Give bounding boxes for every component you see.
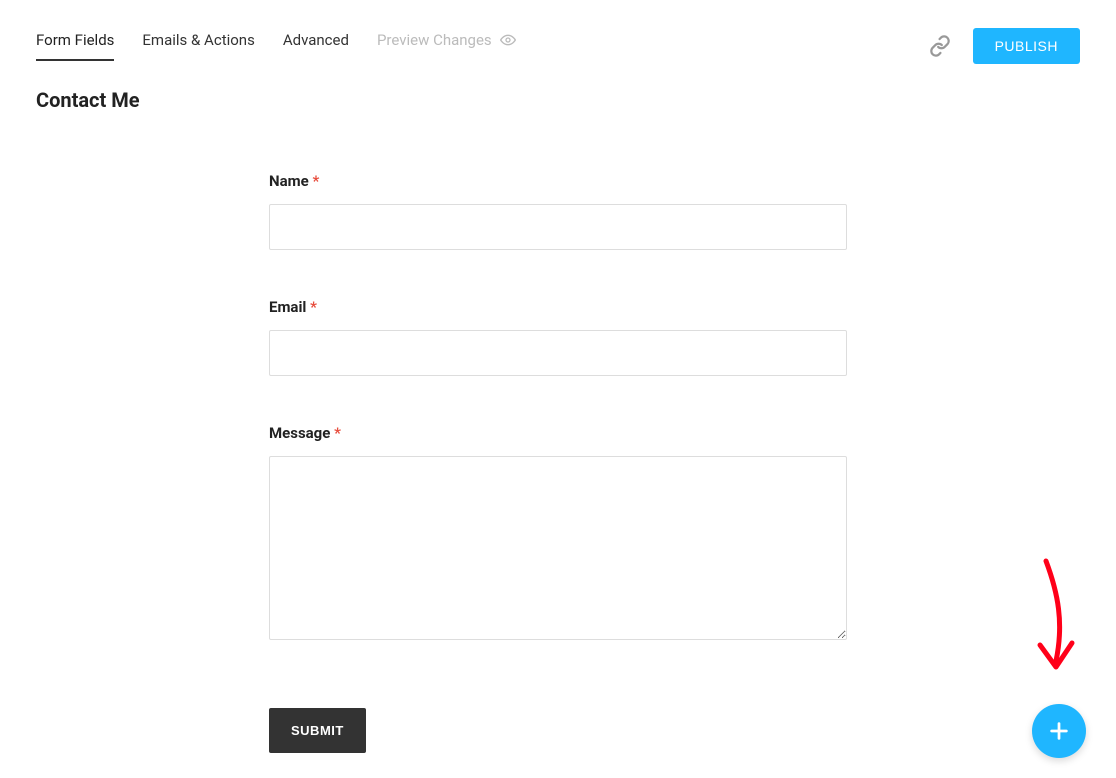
tab-preview-changes: Preview Changes — [377, 31, 516, 62]
field-email: Email * — [269, 298, 847, 376]
tab-form-fields[interactable]: Form Fields — [36, 31, 114, 61]
publish-button[interactable]: PUBLISH — [973, 28, 1080, 64]
plus-icon — [1048, 720, 1070, 742]
email-label-text: Email — [269, 298, 306, 316]
right-actions: PUBLISH — [929, 28, 1080, 64]
page-title: Contact Me — [0, 64, 1116, 112]
preview-changes-label: Preview Changes — [377, 31, 492, 49]
annotation-arrow — [1016, 553, 1086, 693]
eye-icon — [500, 31, 516, 50]
field-name: Name * — [269, 172, 847, 250]
form-area: Name * Email * Message * SUBMIT — [269, 172, 847, 753]
field-message: Message * — [269, 424, 847, 644]
email-input[interactable] — [269, 330, 847, 376]
name-label: Name * — [269, 172, 847, 190]
required-indicator: * — [312, 172, 319, 190]
name-input[interactable] — [269, 204, 847, 250]
tab-emails-actions[interactable]: Emails & Actions — [142, 31, 254, 61]
email-label: Email * — [269, 298, 847, 316]
tab-list: Form Fields Emails & Actions Advanced Pr… — [36, 31, 929, 62]
add-button[interactable] — [1032, 704, 1086, 758]
name-label-text: Name — [269, 172, 309, 190]
submit-button[interactable]: SUBMIT — [269, 708, 366, 753]
tab-advanced[interactable]: Advanced — [283, 31, 349, 61]
top-bar: Form Fields Emails & Actions Advanced Pr… — [0, 0, 1116, 64]
link-icon[interactable] — [929, 35, 951, 57]
message-label-text: Message — [269, 424, 330, 442]
message-label: Message * — [269, 424, 847, 442]
required-indicator: * — [334, 424, 341, 442]
message-textarea[interactable] — [269, 456, 847, 640]
required-indicator: * — [310, 298, 317, 316]
